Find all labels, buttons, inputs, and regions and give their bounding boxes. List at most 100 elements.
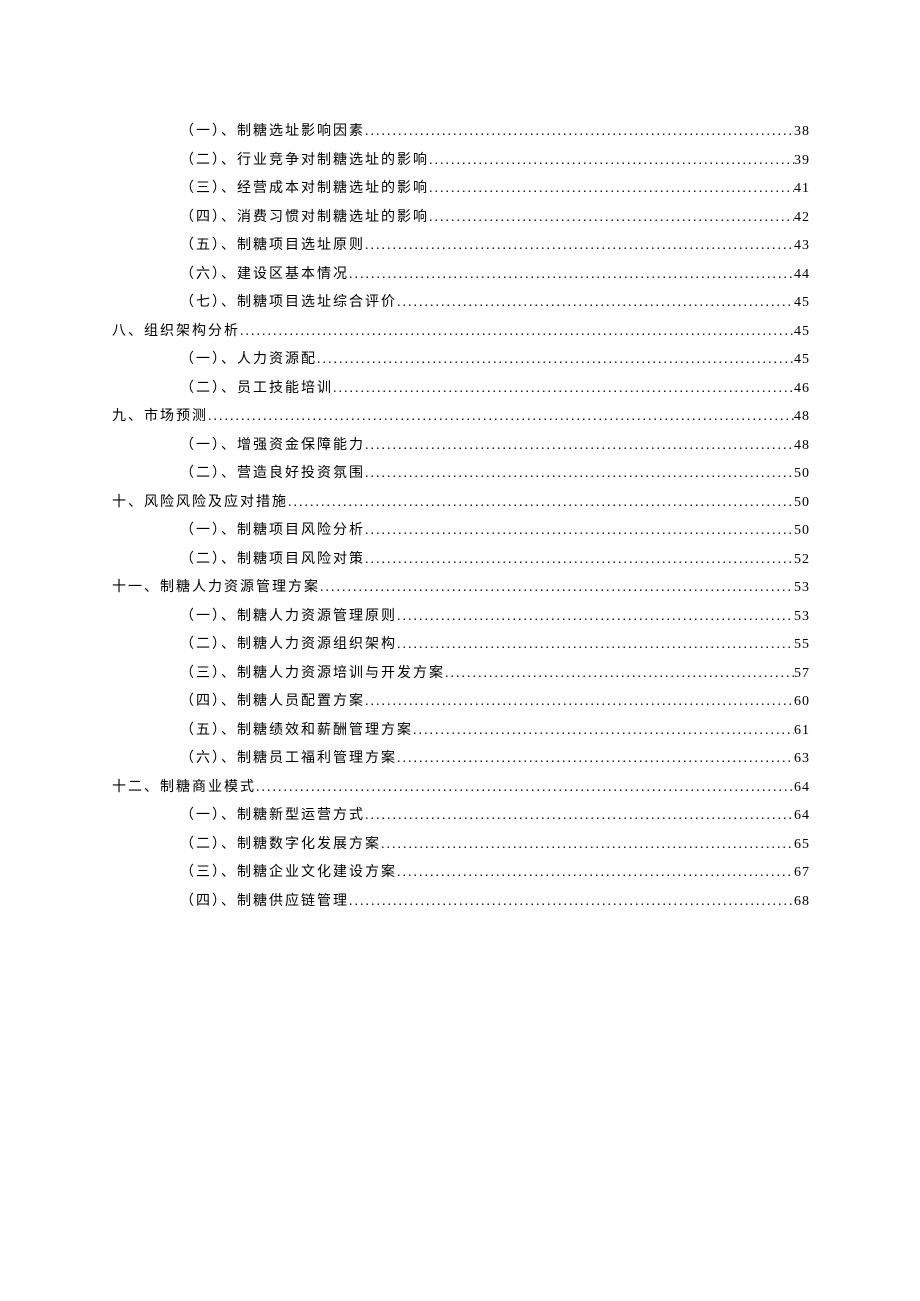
toc-entry-page: 45 [794, 346, 810, 375]
toc-list: （一）、制糖选址影响因素38（二）、行业竞争对制糖选址的影响39（三）、经营成本… [112, 118, 810, 916]
toc-entry-title: （二）、营造良好投资氛围 [180, 460, 365, 489]
toc-entry-title: （三）、经营成本对制糖选址的影响 [180, 175, 429, 204]
toc-leader-dots [429, 147, 794, 176]
toc-entry: （一）、增强资金保障能力 48 [112, 432, 810, 461]
toc-entry: （二）、员工技能培训 46 [112, 375, 810, 404]
toc-entry-page: 60 [794, 688, 810, 717]
toc-entry-title: （七）、制糖项目选址综合评价 [180, 289, 397, 318]
toc-leader-dots [365, 517, 794, 546]
toc-entry-title: （四）、制糖供应链管理 [180, 888, 349, 917]
toc-leader-dots [365, 118, 794, 147]
toc-leader-dots [397, 859, 794, 888]
toc-leader-dots [240, 318, 794, 347]
toc-entry-title: 八、组织架构分析 [112, 318, 240, 347]
toc-leader-dots [397, 603, 794, 632]
toc-entry: （一）、制糖新型运营方式 64 [112, 802, 810, 831]
toc-entry-page: 41 [794, 175, 810, 204]
toc-entry: 十二、制糖商业模式 64 [112, 774, 810, 803]
toc-leader-dots [365, 432, 794, 461]
toc-entry-title: （二）、员工技能培训 [180, 375, 333, 404]
toc-entry-title: （一）、制糖选址影响因素 [180, 118, 365, 147]
toc-entry: （四）、消费习惯对制糖选址的影响 42 [112, 204, 810, 233]
toc-entry-page: 65 [794, 831, 810, 860]
toc-entry: （三）、制糖人力资源培训与开发方案57 [112, 660, 810, 689]
toc-entry-page: 42 [794, 204, 810, 233]
toc-entry-page: 67 [794, 859, 810, 888]
toc-entry-title: 十、风险风险及应对措施 [112, 489, 288, 518]
toc-entry: 九、市场预测 48 [112, 403, 810, 432]
toc-leader-dots [397, 289, 794, 318]
toc-entry-page: 48 [794, 432, 810, 461]
toc-entry-page: 63 [794, 745, 810, 774]
toc-entry-page: 53 [794, 574, 810, 603]
toc-leader-dots [349, 261, 794, 290]
toc-entry: 十一、制糖人力资源管理方案 53 [112, 574, 810, 603]
toc-entry: （二）、制糖人力资源组织架构 55 [112, 631, 810, 660]
toc-entry-title: （二）、制糖人力资源组织架构 [180, 631, 397, 660]
toc-entry: （四）、制糖供应链管理 68 [112, 888, 810, 917]
toc-entry-page: 45 [794, 318, 810, 347]
toc-entry-page: 44 [794, 261, 810, 290]
toc-entry: （三）、制糖企业文化建设方案67 [112, 859, 810, 888]
toc-entry-page: 38 [794, 118, 810, 147]
toc-entry-page: 64 [794, 802, 810, 831]
toc-entry: （四）、制糖人员配置方案 60 [112, 688, 810, 717]
toc-entry-title: （一）、制糖项目风险分析 [180, 517, 365, 546]
toc-entry-page: 39 [794, 147, 810, 176]
toc-entry: 八、组织架构分析 45 [112, 318, 810, 347]
toc-leader-dots [365, 802, 794, 831]
toc-entry: （二）、制糖项目风险对策52 [112, 546, 810, 575]
toc-entry: （一）、制糖选址影响因素 38 [112, 118, 810, 147]
toc-entry-title: （四）、制糖人员配置方案 [180, 688, 365, 717]
toc-entry: （六）、建设区基本情况 44 [112, 261, 810, 290]
toc-entry-title: （一）、人力资源配 [180, 346, 317, 375]
toc-entry-title: （三）、制糖人力资源培训与开发方案 [180, 660, 445, 689]
toc-leader-dots [333, 375, 794, 404]
toc-leader-dots [445, 660, 794, 689]
toc-entry-title: （一）、制糖人力资源管理原则 [180, 603, 397, 632]
toc-leader-dots [317, 346, 794, 375]
toc-entry-title: （五）、制糖绩效和薪酬管理方案 [180, 717, 413, 746]
toc-leader-dots [320, 574, 794, 603]
toc-entry-page: 48 [794, 403, 810, 432]
toc-entry-title: （五）、制糖项目选址原则 [180, 232, 365, 261]
toc-leader-dots [365, 546, 794, 575]
toc-entry-page: 64 [794, 774, 810, 803]
toc-entry: 十、风险风险及应对措施50 [112, 489, 810, 518]
toc-entry-page: 68 [794, 888, 810, 917]
toc-entry-page: 45 [794, 289, 810, 318]
toc-leader-dots [381, 831, 794, 860]
toc-entry-title: 十二、制糖商业模式 [112, 774, 256, 803]
toc-entry: （二）、营造良好投资氛围 50 [112, 460, 810, 489]
toc-entry-page: 53 [794, 603, 810, 632]
toc-entry: （二）、制糖数字化发展方案 65 [112, 831, 810, 860]
toc-entry-title: 十一、制糖人力资源管理方案 [112, 574, 320, 603]
toc-entry-title: （二）、行业竞争对制糖选址的影响 [180, 147, 429, 176]
toc-entry: （一）、人力资源配 45 [112, 346, 810, 375]
toc-entry-page: 55 [794, 631, 810, 660]
toc-entry-title: （一）、制糖新型运营方式 [180, 802, 365, 831]
toc-leader-dots [256, 774, 794, 803]
toc-entry-page: 46 [794, 375, 810, 404]
toc-entry: （三）、经营成本对制糖选址的影响 41 [112, 175, 810, 204]
toc-entry: （七）、制糖项目选址综合评价 45 [112, 289, 810, 318]
toc-entry-title: （六）、建设区基本情况 [180, 261, 349, 290]
toc-page: （一）、制糖选址影响因素38（二）、行业竞争对制糖选址的影响39（三）、经营成本… [0, 0, 920, 916]
toc-entry: （五）、制糖绩效和薪酬管理方案 61 [112, 717, 810, 746]
toc-leader-dots [365, 460, 794, 489]
toc-entry-title: （六）、制糖员工福利管理方案 [180, 745, 397, 774]
toc-entry-page: 50 [794, 460, 810, 489]
toc-entry-title: （二）、制糖数字化发展方案 [180, 831, 381, 860]
toc-entry-page: 50 [794, 517, 810, 546]
toc-entry-title: 九、市场预测 [112, 403, 208, 432]
toc-leader-dots [397, 745, 794, 774]
toc-leader-dots [288, 489, 794, 518]
toc-leader-dots [413, 717, 794, 746]
toc-entry: （一）、制糖项目风险分析 50 [112, 517, 810, 546]
toc-entry-page: 61 [794, 717, 810, 746]
toc-leader-dots [429, 175, 794, 204]
toc-entry-title: （四）、消费习惯对制糖选址的影响 [180, 204, 429, 233]
toc-entry: （六）、制糖员工福利管理方案 63 [112, 745, 810, 774]
toc-entry-title: （一）、增强资金保障能力 [180, 432, 365, 461]
toc-entry-page: 52 [794, 546, 810, 575]
